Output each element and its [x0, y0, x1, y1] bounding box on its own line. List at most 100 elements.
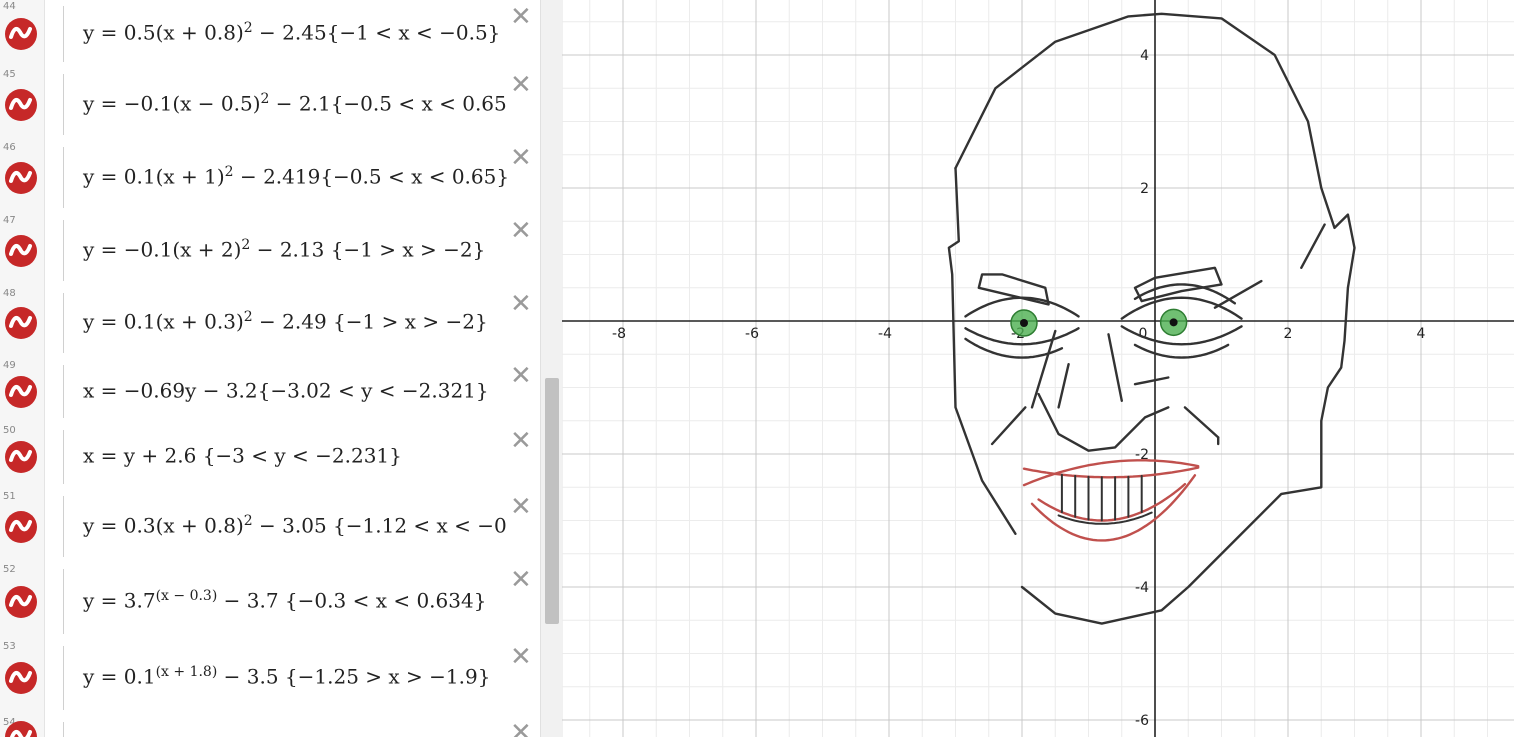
expression-divider [63, 220, 64, 281]
expression-input[interactable]: y = 3.7(x − 0.3) − 3.7 {−0.3 < x < 0.634… [83, 588, 486, 613]
expression-main: x = y + 2.6 {−3 < y < −2.231} [83, 443, 402, 468]
delete-expression-icon[interactable]: ✕ [510, 426, 532, 456]
expression-rest: − 2.419{−0.5 < x < 0.65} [233, 164, 510, 189]
expression-gutter: 46 [0, 141, 45, 214]
expression-rest: − 3.5 {−1.25 > x > −1.9} [217, 664, 491, 689]
left-cheek-line [990, 406, 1027, 446]
expression-gutter: 50 [0, 424, 45, 490]
expression-input[interactable]: x = y + 2.6 {−3 < y < −2.231} [83, 443, 402, 468]
desmos-logo-icon[interactable] [4, 510, 38, 544]
expression-rest: − 2.49 {−1 > x > −2} [252, 309, 488, 334]
expression-main: y = −0.1(x + 2) [83, 237, 242, 262]
delete-expression-icon[interactable]: ✕ [510, 565, 532, 595]
expression-input[interactable]: y = 0.1(x + 1)2 − 2.419{−0.5 < x < 0.65} [83, 164, 509, 189]
expression-exponent: (x + 1.8) [155, 664, 218, 680]
right-pupil [1169, 318, 1178, 327]
x-tick-label: 0 [1139, 326, 1148, 342]
expression-input[interactable]: y = 0.5(x + 0.8)2 − 2.45{−1 < x < −0.5} [83, 20, 500, 45]
delete-expression-icon[interactable]: ✕ [510, 216, 532, 246]
delete-expression-icon[interactable]: ✕ [510, 492, 532, 522]
expression-row[interactable]: 52 y = 3.7(x − 0.3) − 3.7 {−0.3 < x < 0.6… [0, 563, 540, 641]
delete-expression-icon[interactable]: ✕ [510, 361, 532, 391]
delete-expression-icon[interactable]: ✕ [510, 70, 532, 100]
expression-rest: − 2.13 {−1 > x > −2} [250, 237, 486, 262]
nose-right-line [1107, 333, 1123, 402]
expression-input[interactable]: y = 0.1(x + 0.3)2 − 2.49 {−1 > x > −2} [83, 309, 488, 334]
expression-row[interactable]: 47 y = −0.1(x + 2)2 − 2.13 {−1 > x > −2} ✕ [0, 214, 540, 288]
expression-row[interactable]: 46 y = 0.1(x + 1)2 − 2.419{−0.5 < x < 0.6… [0, 141, 540, 215]
nose-tip [1133, 376, 1170, 386]
delete-expression-icon[interactable]: ✕ [510, 289, 532, 319]
expression-gutter: 45 [0, 68, 45, 141]
desmos-logo-icon[interactable] [4, 661, 38, 695]
expression-main: y = 0.1 [83, 664, 156, 689]
nose-bottom [1037, 392, 1170, 452]
expression-input[interactable]: y = 0.1(x + 1.8) − 3.5 {−1.25 > x > −1.9… [83, 664, 490, 689]
expression-row[interactable]: 45 y = −0.1(x − 0.5)2 − 2.1{−0.5 < x < 0.… [0, 68, 540, 142]
expression-exponent: 2 [241, 237, 251, 253]
expression-row[interactable]: 51 y = 0.3(x + 0.8)2 − 3.05 {−1.12 < x < … [0, 490, 540, 564]
scrollbar-thumb[interactable] [545, 378, 559, 624]
desmos-logo-icon[interactable] [4, 585, 38, 619]
delete-expression-icon[interactable]: ✕ [510, 143, 532, 173]
x-tick-label: 4 [1417, 326, 1426, 342]
lower-lip-top [1037, 482, 1187, 522]
expression-main: y = −0.1(x − 0.5) [83, 91, 261, 116]
desmos-logo-icon[interactable] [4, 720, 38, 737]
expression-divider [63, 496, 64, 557]
expression-gutter: 48 [0, 287, 45, 359]
desmos-logo-icon[interactable] [4, 440, 38, 474]
expression-row[interactable]: 53 y = 0.1(x + 1.8) − 3.5 {−1.25 > x > −1… [0, 640, 540, 717]
expression-row[interactable]: 50 x = y + 2.6 {−3 < y < −2.231} ✕ [0, 424, 540, 491]
expression-row[interactable]: 48 y = 0.1(x + 0.3)2 − 2.49 {−1 > x > −2}… [0, 287, 540, 360]
expression-input[interactable]: y = −0.1(x − 0.5)2 − 2.1{−0.5 < x < 0.65 [83, 91, 507, 116]
expression-divider [63, 293, 64, 353]
expression-gutter: 53 [0, 640, 45, 716]
delete-expression-icon[interactable]: ✕ [510, 2, 532, 32]
expression-number: 46 [3, 142, 16, 153]
desmos-logo-icon[interactable] [4, 306, 38, 340]
expression-exponent: 2 [243, 20, 253, 36]
expression-list-scrollbar[interactable] [540, 0, 563, 737]
expression-divider [63, 147, 64, 208]
expression-divider [63, 646, 64, 710]
expression-divider [63, 569, 64, 634]
expression-number: 48 [3, 288, 16, 299]
x-tick-label: -6 [745, 326, 759, 342]
desmos-logo-icon[interactable] [4, 17, 38, 51]
delete-expression-icon[interactable]: ✕ [510, 642, 532, 672]
expression-main: x = −0.69y − 3.2{−3.02 < y < −2.321} [83, 378, 489, 403]
expression-divider [63, 722, 64, 737]
desmos-logo-icon[interactable] [4, 161, 38, 195]
left-cheek-outline [947, 166, 1017, 535]
expression-number: 53 [3, 641, 16, 652]
expression-divider [63, 6, 64, 62]
left-nasolabial [1057, 363, 1070, 409]
expression-row[interactable]: 54 ✕ [0, 716, 540, 737]
desmos-logo-icon[interactable] [4, 234, 38, 268]
graph-canvas[interactable]: -8-6-4-202442-2-4-6 [562, 0, 1514, 737]
expression-gutter: 52 [0, 563, 45, 640]
expression-divider [63, 430, 64, 484]
expression-number: 47 [3, 215, 16, 226]
desmos-logo-icon[interactable] [4, 375, 38, 409]
expression-input[interactable]: x = −0.69y − 3.2{−3.02 < y < −2.321} [83, 378, 489, 403]
lower-lip-bottom [1030, 474, 1197, 542]
expression-input[interactable]: y = 0.3(x + 0.8)2 − 3.05 {−1.12 < x < −0 [83, 513, 507, 538]
expression-divider [63, 74, 64, 135]
expression-number: 51 [3, 491, 16, 502]
expression-gutter: 44 [0, 0, 45, 68]
expression-row[interactable]: 49 x = −0.69y − 3.2{−3.02 < y < −2.321} ✕ [0, 359, 540, 425]
expression-row[interactable]: 44 y = 0.5(x + 0.8)2 − 2.45{−1 < x < −0.5… [0, 0, 540, 69]
desmos-logo-icon[interactable] [4, 88, 38, 122]
expression-rest: − 2.45{−1 < x < −0.5} [252, 20, 501, 45]
x-tick-label: -4 [878, 326, 892, 342]
delete-expression-icon[interactable]: ✕ [510, 718, 532, 737]
expression-input[interactable]: y = −0.1(x + 2)2 − 2.13 {−1 > x > −2} [83, 237, 485, 262]
right-eye-upper-lid [1133, 283, 1236, 305]
left-pupil [1019, 318, 1028, 327]
expression-number: 50 [3, 425, 16, 436]
right-cheek-line [1183, 406, 1220, 439]
expression-rest: − 3.7 {−0.3 < x < 0.634} [217, 588, 487, 613]
expression-gutter: 47 [0, 214, 45, 287]
